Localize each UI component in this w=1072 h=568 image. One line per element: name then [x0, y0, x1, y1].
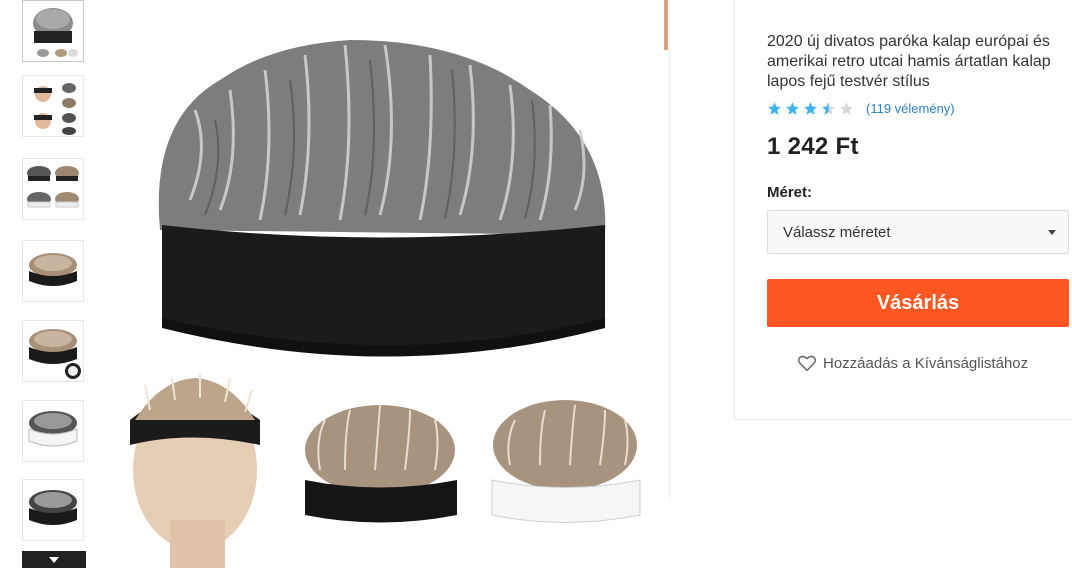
star-full-icon: [804, 102, 817, 115]
thumbnail-7[interactable]: [22, 479, 84, 541]
buy-button[interactable]: Vásárlás: [767, 279, 1069, 327]
thumbnail-1[interactable]: [22, 0, 84, 62]
small-wig-hat-white-band: [491, 400, 641, 523]
size-select-value: Válassz méretet: [783, 223, 891, 241]
size-label: Méret:: [767, 184, 813, 201]
heart-icon: [797, 355, 817, 372]
large-wig-hat-illustration: [158, 40, 606, 357]
main-product-image[interactable]: [100, 0, 670, 568]
thumbnail-6[interactable]: [22, 400, 84, 462]
thumbnail-4[interactable]: [22, 240, 84, 302]
small-wig-hat-black-band: [305, 404, 457, 523]
caret-down-icon: [1048, 230, 1056, 235]
chevron-down-icon: [49, 556, 59, 563]
decor-edge: [664, 0, 668, 50]
thumbnail-3[interactable]: [22, 158, 84, 220]
mannequin-illustration: [130, 374, 260, 568]
star-half-icon: [822, 102, 835, 115]
thumbnail-5[interactable]: [22, 320, 84, 382]
rating-row: (119 vélemény): [767, 101, 955, 116]
product-title: 2020 új divatos paróka kalap európai és …: [767, 33, 1051, 90]
star-full-icon: [768, 102, 781, 115]
star-full-icon: [786, 102, 799, 115]
add-to-wishlist-link[interactable]: Hozzáadás a Kívánságlistához: [797, 354, 1028, 372]
reviews-link[interactable]: (119 vélemény): [866, 101, 955, 116]
wishlist-label: Hozzáadás a Kívánságlistához: [823, 354, 1029, 372]
thumbnail-2[interactable]: [22, 75, 84, 137]
star-empty-icon: [840, 102, 853, 115]
product-info-panel: 2020 új divatos paróka kalap európai és …: [734, 0, 1072, 420]
thumbnail-scroll-down-button[interactable]: [22, 551, 86, 568]
size-select[interactable]: Válassz méretet: [767, 210, 1069, 254]
star-rating: [767, 101, 854, 116]
thumbnail-strip: [22, 0, 86, 568]
product-price: 1 242 Ft: [767, 133, 859, 160]
divider: [669, 0, 670, 500]
